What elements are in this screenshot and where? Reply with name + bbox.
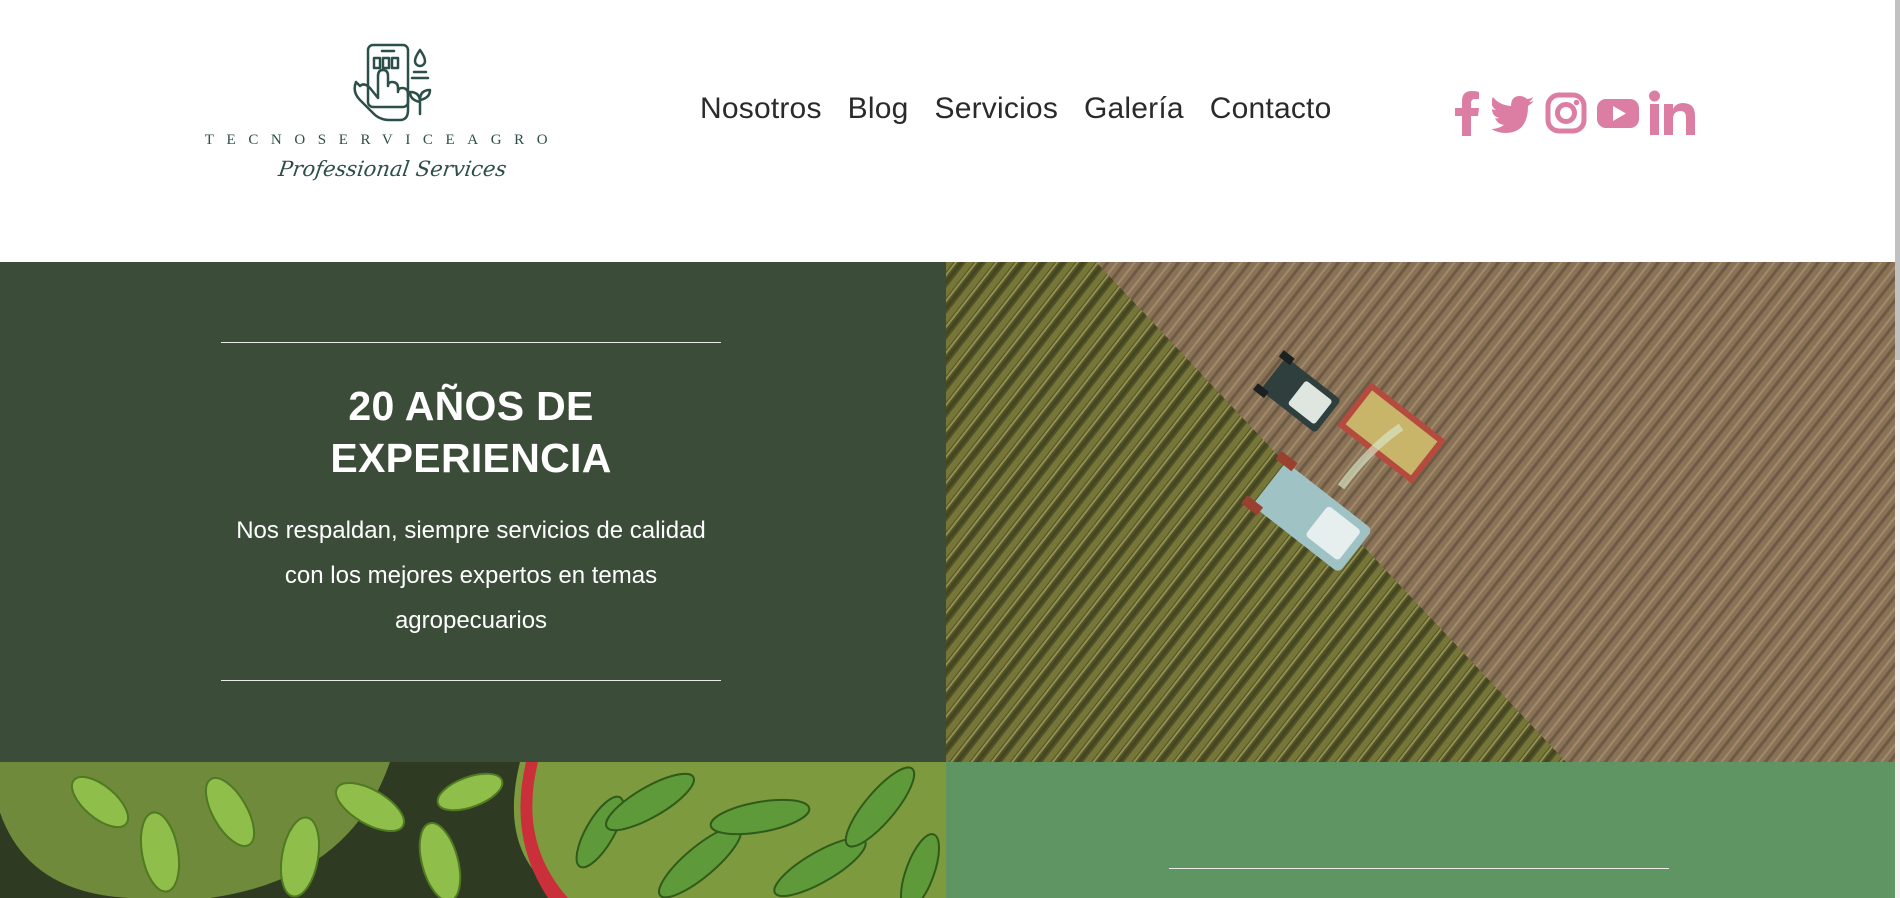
smartphone-plant-icon <box>353 43 432 122</box>
experience-text: Nos respaldan, siempre servicios de cali… <box>221 508 721 643</box>
divider-bottom <box>221 680 721 681</box>
aerial-harvest-image <box>946 262 1895 762</box>
green-panel-divider <box>1169 868 1669 869</box>
logo[interactable]: TECNOSERVICEAGRO Professional Services <box>200 40 565 200</box>
social-links <box>1452 90 1698 136</box>
linkedin-icon[interactable] <box>1648 90 1698 136</box>
nav-item-servicios[interactable]: Servicios <box>935 92 1059 126</box>
nav-item-blog[interactable]: Blog <box>848 92 909 126</box>
vegetables-image <box>0 762 946 898</box>
main-nav: Nosotros Blog Servicios Galería Contacto <box>700 92 1331 126</box>
experience-title-line2: EXPERIENCIA <box>330 435 612 481</box>
experience-text-line1: Nos respaldan, siempre servicios de cali… <box>236 517 706 544</box>
experience-title-line1: 20 AÑOS DE <box>348 383 594 429</box>
facebook-icon[interactable] <box>1452 90 1484 136</box>
logo-tagline: Professional Services <box>276 157 509 181</box>
green-panel <box>946 762 1895 898</box>
youtube-icon[interactable] <box>1596 90 1640 136</box>
nav-item-nosotros[interactable]: Nosotros <box>700 92 822 126</box>
experience-text-line3: agropecuarios <box>394 607 548 634</box>
site-header: TECNOSERVICEAGRO Professional Services N… <box>0 0 1895 262</box>
page-scrollbar[interactable] <box>1895 0 1900 898</box>
experience-title: 20 AÑOS DE EXPERIENCIA <box>221 380 721 484</box>
nav-item-contacto[interactable]: Contacto <box>1210 92 1332 126</box>
nav-item-galeria[interactable]: Galería <box>1084 92 1184 126</box>
divider-top <box>221 342 721 343</box>
instagram-icon[interactable] <box>1544 90 1588 136</box>
experience-text-line2: con los mejores expertos en temas <box>284 562 658 589</box>
logo-wordmark: TECNOSERVICEAGRO <box>204 132 561 148</box>
scrollbar-thumb[interactable] <box>1895 0 1900 360</box>
twitter-icon[interactable] <box>1492 90 1536 136</box>
